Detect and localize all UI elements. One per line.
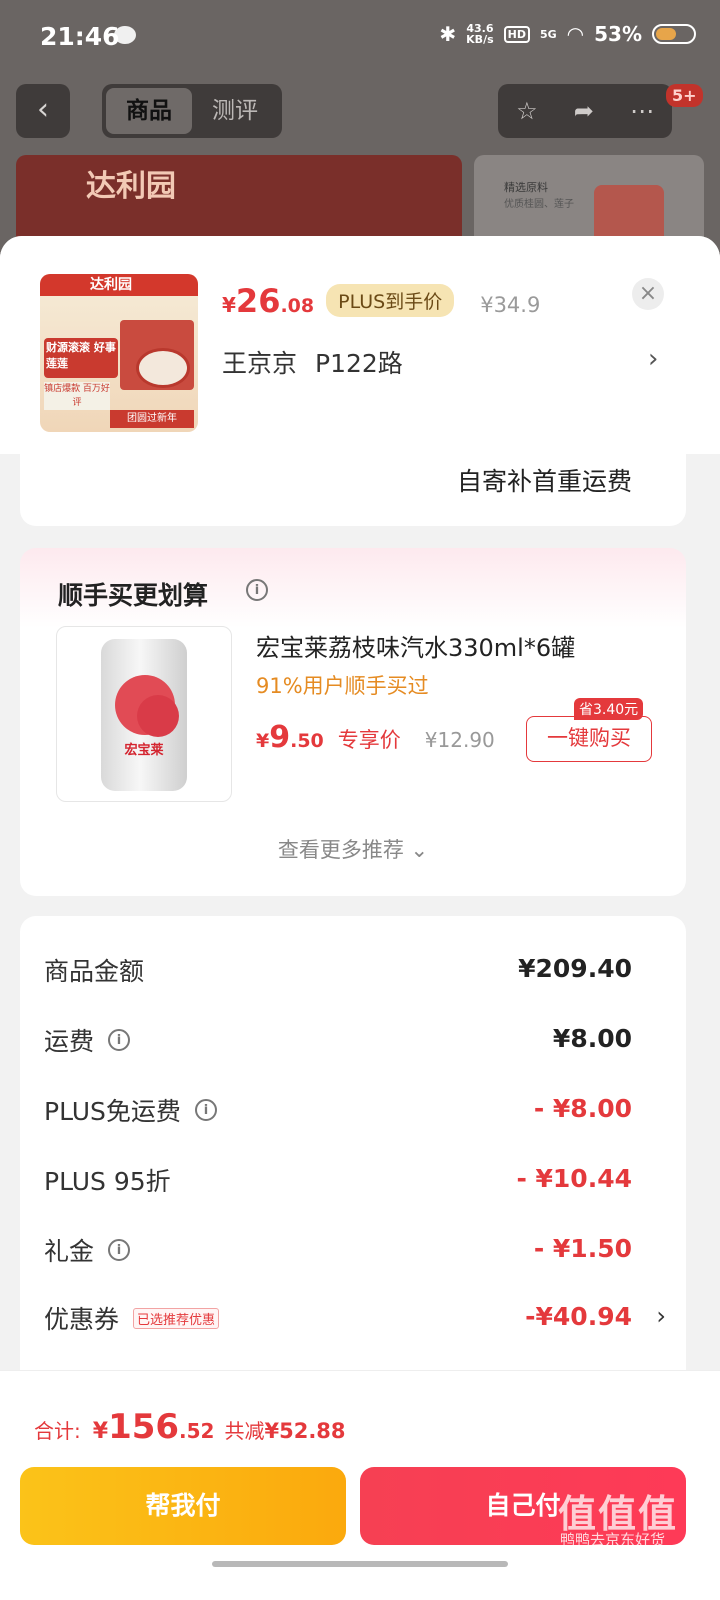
sheet-header: 达利园 财源滚滚 好事莲莲 镇店爆款 百万好评 团圆过新年 ¥ 26 .08 P… xyxy=(0,236,720,454)
coupon-tag: 已选推荐优惠 xyxy=(133,1307,220,1329)
summary-value: ¥8.00 xyxy=(552,1024,632,1053)
banner-brand: 达利园 xyxy=(86,169,176,204)
summary-value: - ¥1.50 xyxy=(533,1234,632,1263)
recipient-name: 王京京 xyxy=(222,349,298,378)
plus-price-tag: PLUS到手价 xyxy=(326,284,455,317)
summary-label: 优惠券 xyxy=(44,1305,120,1334)
summary-label: PLUS 95折 xyxy=(44,1167,171,1196)
action-group: ☆ ➦ ⋯ xyxy=(498,84,672,138)
recommend-card: 顺手买更划算 i 宏宝莱 宏宝莱荔枝味汽水330ml*6罐 91%用户顺手买过 … xyxy=(20,548,686,896)
info-icon[interactable]: i xyxy=(108,1029,131,1051)
top-nav: ‹ 商品 测评 ☆ ➦ ⋯ 5+ xyxy=(0,84,720,140)
price-row: ¥ 26 .08 PLUS到手价 ¥34.9 xyxy=(222,282,540,321)
price-currency: ¥ xyxy=(222,293,236,317)
thumb-logo: 达利园 xyxy=(90,277,132,293)
summary-row-gift-money: 礼金 i - ¥1.50 xyxy=(44,1232,662,1272)
exclusive-label: 专享价 xyxy=(337,728,401,752)
bowl-image xyxy=(136,348,190,388)
summary-value: -¥40.94 xyxy=(525,1302,632,1331)
price-summary-card: 商品金额 ¥209.40 运费 i ¥8.00 PLUS免运费 i - ¥8.00 … xyxy=(20,916,686,1376)
tab-bar: 商品 测评 xyxy=(102,84,282,138)
more-recommendations-link[interactable]: 查看更多推荐 ⌄ xyxy=(20,834,686,864)
thumb-footer: 团圆过新年 xyxy=(110,410,194,428)
wifi-icon: ◠ xyxy=(566,22,585,46)
shipping-card: 自寄补首重运费 xyxy=(20,454,686,526)
chevron-right-icon[interactable]: › xyxy=(656,1302,666,1330)
status-bar: 21:46 ✱ 43.6 KB/s HD 5G ◠ 53% xyxy=(0,0,720,80)
battery-percent: 53% xyxy=(594,22,642,46)
recommend-name[interactable]: 宏宝莱荔枝味汽水330ml*6罐 xyxy=(256,628,575,663)
summary-row-goods: 商品金额 ¥209.40 xyxy=(44,952,662,992)
side-title: 精选原料 xyxy=(504,181,548,194)
shipping-note: 自寄补首重运费 xyxy=(456,467,632,496)
summary-value: ¥209.40 xyxy=(518,954,632,983)
info-icon[interactable]: i xyxy=(194,1099,217,1121)
help-pay-button[interactable]: 帮我付 xyxy=(20,1467,346,1545)
tab-review[interactable]: 测评 xyxy=(192,88,278,134)
recommend-price: ¥ 9 .50 专享价 ¥12.90 xyxy=(256,720,495,755)
chevron-right-icon[interactable]: › xyxy=(648,344,658,374)
summary-row-coupon[interactable]: 优惠券 已选推荐优惠 -¥40.94 › xyxy=(44,1300,666,1340)
back-button[interactable]: ‹ xyxy=(16,84,70,138)
thumb-sub: 镇店爆款 百万好评 xyxy=(44,382,110,410)
can-label: 宏宝莱 xyxy=(124,743,164,758)
total-row: 合计: ¥ 156 .52 共减 ¥52.88 xyxy=(34,1407,346,1447)
recommend-old-price: ¥12.90 xyxy=(424,728,495,752)
status-right: ✱ 43.6 KB/s HD 5G ◠ 53% xyxy=(439,22,696,46)
price-int: 26 xyxy=(235,282,281,320)
thumb-slogan: 财源滚滚 好事莲莲 xyxy=(46,341,116,370)
price-dec: .08 xyxy=(280,295,315,317)
summary-label: PLUS免运费 xyxy=(44,1097,181,1126)
message-badge: 5+ xyxy=(666,84,703,107)
status-time: 21:46 xyxy=(40,22,120,51)
save-label: 共减 xyxy=(224,1419,265,1443)
recipient-address: P122路 xyxy=(315,349,403,378)
recommend-title: 顺手买更划算 xyxy=(58,581,209,610)
info-icon[interactable]: i xyxy=(108,1239,131,1261)
more-icon[interactable]: ⋯ xyxy=(630,97,654,125)
one-click-buy-button[interactable]: 一键购买 xyxy=(526,716,652,762)
info-icon[interactable]: i xyxy=(246,579,268,601)
recommend-product-image[interactable]: 宏宝莱 xyxy=(56,626,232,802)
summary-label: 礼金 xyxy=(44,1237,95,1266)
signal-icon: 5G xyxy=(539,27,557,41)
summary-row-plus-free-shipping: PLUS免运费 i - ¥8.00 xyxy=(44,1092,662,1132)
battery-icon xyxy=(652,24,696,44)
address-row[interactable]: 王京京 P122路 xyxy=(222,344,403,380)
home-indicator[interactable] xyxy=(212,1561,508,1567)
summary-value: - ¥8.00 xyxy=(533,1094,632,1123)
summary-label: 运费 xyxy=(44,1027,95,1056)
wechat-icon xyxy=(114,26,136,44)
share-icon[interactable]: ➦ xyxy=(574,97,594,125)
summary-row-shipping: 运费 i ¥8.00 xyxy=(44,1022,662,1062)
total-label: 合计: xyxy=(34,1419,81,1443)
summary-label: 商品金额 xyxy=(44,957,145,986)
close-button[interactable]: × xyxy=(632,278,664,310)
save-value: ¥52.88 xyxy=(264,1419,346,1443)
watermark-sub: 鸭鸭去京东好货 xyxy=(560,1531,666,1549)
summary-row-plus-discount: PLUS 95折 - ¥10.44 xyxy=(44,1162,662,1202)
product-thumbnail[interactable]: 达利园 财源滚滚 好事莲莲 镇店爆款 百万好评 团圆过新年 xyxy=(40,274,198,432)
network-speed: 43.6 KB/s xyxy=(466,22,494,46)
tab-product[interactable]: 商品 xyxy=(106,88,192,134)
recommend-popularity: 91%用户顺手买过 xyxy=(256,674,429,698)
star-icon[interactable]: ☆ xyxy=(516,97,538,125)
total-dec: .52 xyxy=(179,1419,215,1443)
bluetooth-icon: ✱ xyxy=(439,22,457,46)
total-int: 156 xyxy=(108,1407,180,1447)
summary-value: - ¥10.44 xyxy=(516,1164,632,1193)
original-price: ¥34.9 xyxy=(480,293,541,317)
checkout-footer: 合计: ¥ 156 .52 共减 ¥52.88 帮我付 自己付 值值值 鸭鸭去京… xyxy=(0,1370,720,1600)
side-sub: 优质桂圆、莲子 xyxy=(504,199,574,210)
hd-icon: HD xyxy=(503,25,530,43)
